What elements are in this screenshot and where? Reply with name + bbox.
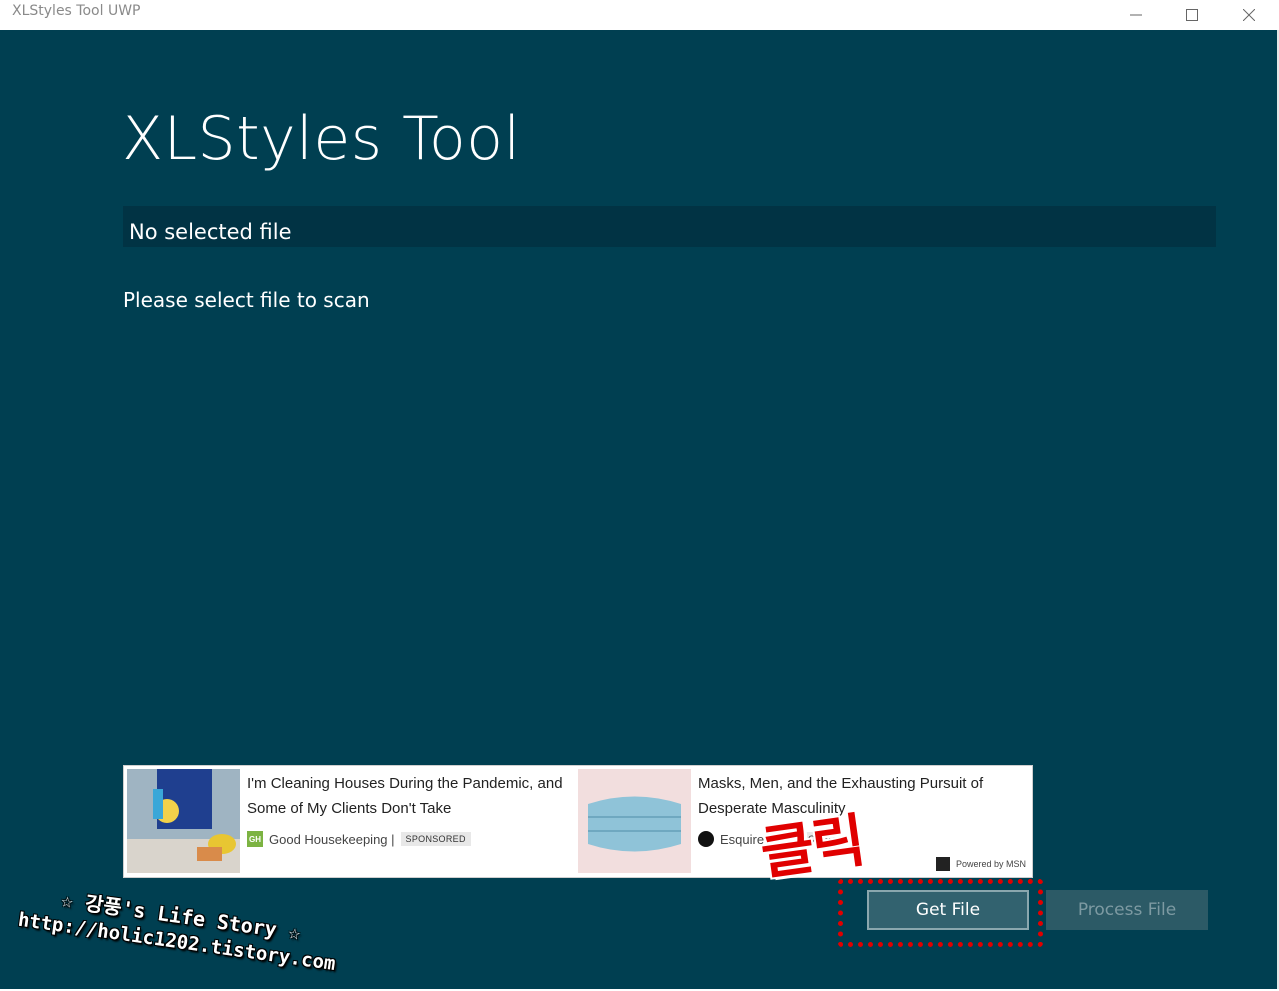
process-file-button[interactable]: Process File [1046,890,1208,930]
esquire-logo [698,831,714,847]
ad-source-name: Good Housekeeping | [269,831,395,847]
good-housekeeping-logo: GH [247,831,263,847]
close-button[interactable] [1226,0,1272,30]
maximize-button[interactable] [1169,0,1215,30]
ad-headline[interactable]: I'm Cleaning Houses During the Pandemic,… [247,771,567,821]
ad-item[interactable]: I'm Cleaning Houses During the Pandemic,… [127,769,577,874]
ad-banner[interactable]: I'm Cleaning Houses During the Pandemic,… [123,765,1033,878]
close-icon [1243,9,1255,21]
page-title: XLStyles Tool [122,104,521,174]
minimize-button[interactable] [1113,0,1159,30]
ad-image-cleaning[interactable] [127,769,240,873]
app-content: XLStyles Tool No selected file Please se… [0,30,1279,989]
ad-source: GH Good Housekeeping | SPONSORED [247,831,471,847]
status-text: Please select file to scan [123,288,370,312]
get-file-button[interactable]: Get File [867,890,1029,930]
selected-file-display: No selected file [123,206,1216,247]
sponsored-badge: SPONSORED [400,832,471,846]
msn-logo-icon [935,857,950,871]
powered-by-label: Powered by MSN [955,859,1026,869]
maximize-icon [1186,9,1198,21]
click-annotation: 클릭 [756,806,868,888]
title-bar: XLStyles Tool UWP [0,0,1279,30]
window-title: XLStyles Tool UWP [12,3,141,19]
powered-by-msn[interactable]: Powered by MSN [935,857,1026,871]
watermark: ☆ 강풍's Life Story ☆ http://holic1202.tis… [17,878,342,976]
ad-image-mask[interactable] [578,769,691,873]
minimize-icon [1130,14,1142,16]
